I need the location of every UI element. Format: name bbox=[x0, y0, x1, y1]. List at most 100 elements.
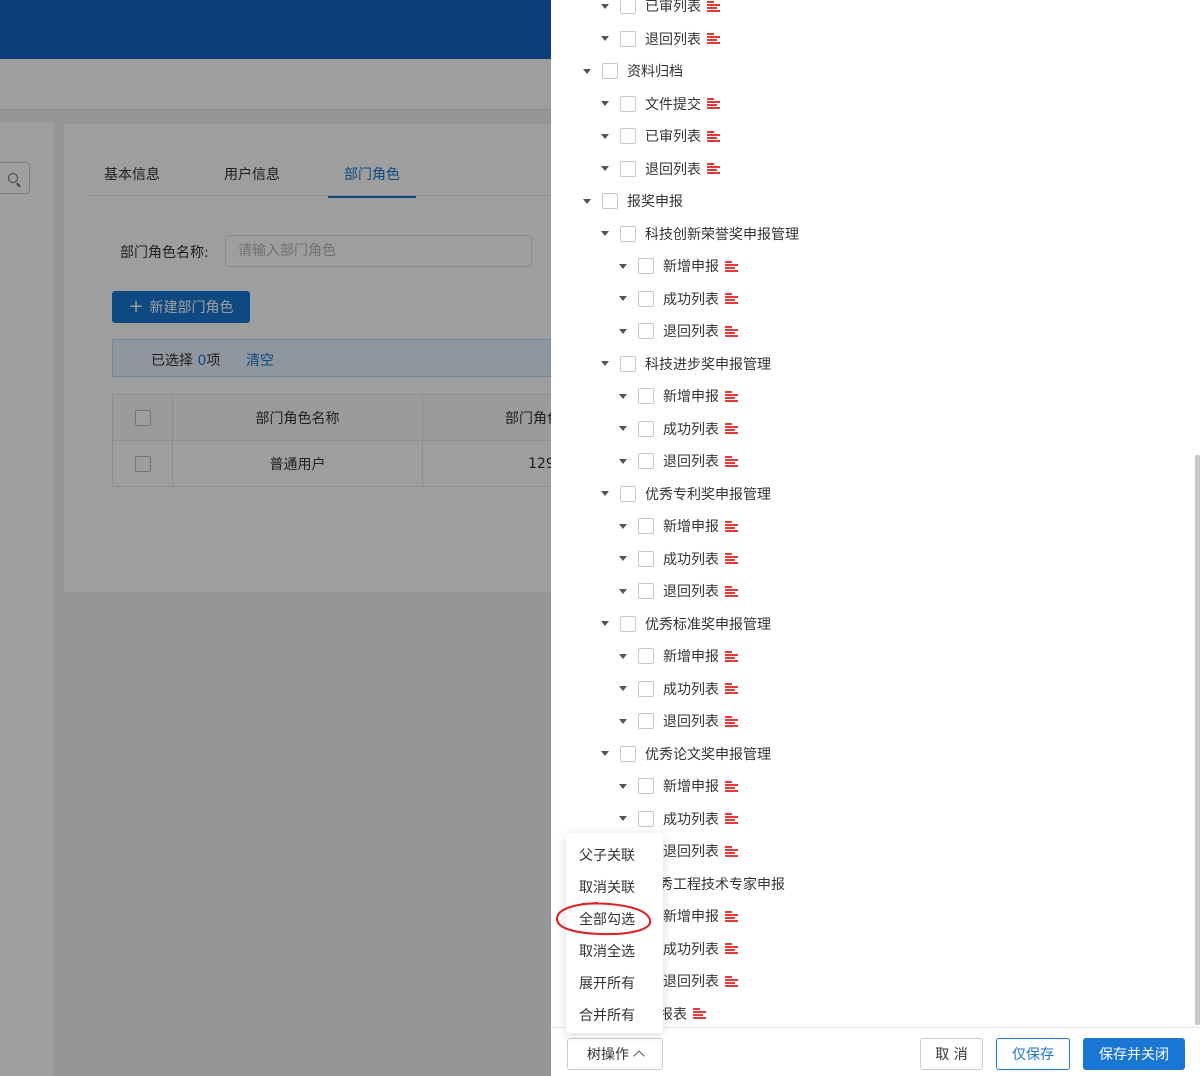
tree-node-checkbox[interactable] bbox=[638, 713, 654, 729]
caret-down-icon[interactable] bbox=[619, 686, 627, 691]
tree-node-checkbox[interactable] bbox=[620, 160, 636, 177]
caret-down-icon[interactable] bbox=[601, 231, 609, 236]
tree-node-checkbox[interactable] bbox=[638, 388, 654, 404]
caret-down-icon[interactable] bbox=[619, 426, 627, 431]
menu-item-cancel-link[interactable]: 取消关联 bbox=[579, 877, 635, 897]
caret-down-icon[interactable] bbox=[619, 458, 627, 464]
tree-node-checkbox[interactable] bbox=[638, 648, 654, 664]
tree-node[interactable]: 成功列表 bbox=[619, 809, 738, 829]
tree-node-checkbox[interactable] bbox=[620, 128, 636, 144]
caret-down-icon[interactable] bbox=[601, 101, 609, 106]
tree-node-checkbox[interactable] bbox=[602, 63, 618, 79]
caret-down-icon[interactable] bbox=[601, 491, 609, 496]
tree-node-label: 成功列表 bbox=[663, 811, 719, 828]
tree-node-label: 退回列表 bbox=[645, 31, 701, 48]
caret-down-icon[interactable] bbox=[601, 36, 609, 41]
caret-down-icon[interactable] bbox=[619, 718, 627, 724]
caret-down-icon[interactable] bbox=[601, 133, 609, 139]
caret-down-icon[interactable] bbox=[619, 653, 627, 659]
save-only-button[interactable]: 仅保存 bbox=[996, 1038, 1070, 1070]
tree-node-checkbox[interactable] bbox=[638, 518, 654, 534]
tree-node-checkbox[interactable] bbox=[620, 30, 636, 47]
tree-node-checkbox[interactable] bbox=[638, 778, 654, 794]
tree-node-checkbox[interactable] bbox=[638, 290, 654, 307]
caret-down-icon[interactable] bbox=[619, 263, 627, 269]
caret-down-icon[interactable] bbox=[583, 198, 591, 204]
menu-item-parent-child-link[interactable]: 父子关联 bbox=[579, 845, 635, 865]
tree-node-checkbox[interactable] bbox=[638, 810, 654, 827]
tree-node[interactable]: 成功列表 bbox=[619, 419, 738, 439]
caret-down-icon[interactable] bbox=[583, 68, 591, 74]
tree-node-checkbox[interactable] bbox=[620, 745, 636, 762]
menu-permission-icon bbox=[707, 163, 720, 174]
tree-node[interactable]: 新增申报 bbox=[619, 776, 738, 796]
tree-node[interactable]: 退回列表 bbox=[601, 29, 720, 49]
tree-node-checkbox[interactable] bbox=[620, 485, 636, 502]
tree-node[interactable]: 新增申报 bbox=[619, 646, 738, 666]
tree-node[interactable]: 退回列表 bbox=[601, 159, 720, 179]
tree-node[interactable]: 已审列表 bbox=[601, 126, 720, 146]
tree-node-checkbox[interactable] bbox=[638, 258, 654, 274]
tree-node[interactable]: 优秀论文奖申报管理 bbox=[601, 744, 771, 764]
tree-node-checkbox[interactable] bbox=[620, 95, 636, 112]
tree-node-checkbox[interactable] bbox=[638, 583, 654, 599]
modal-overlay[interactable] bbox=[0, 0, 551, 1076]
tree-node-checkbox[interactable] bbox=[620, 615, 636, 632]
tree-node[interactable]: 文件提交 bbox=[601, 94, 720, 114]
tree-node-checkbox[interactable] bbox=[638, 680, 654, 697]
caret-down-icon[interactable] bbox=[601, 621, 609, 626]
tree-node[interactable]: 退回列表 bbox=[619, 321, 738, 341]
caret-down-icon[interactable] bbox=[601, 361, 609, 366]
tree-node[interactable]: 已审列表 bbox=[601, 0, 720, 16]
caret-down-icon[interactable] bbox=[619, 556, 627, 561]
tree-node[interactable]: 退回列表 bbox=[619, 581, 738, 601]
caret-down-icon[interactable] bbox=[619, 328, 627, 334]
tree-node[interactable]: 优秀标准奖申报管理 bbox=[601, 614, 771, 634]
tree-node[interactable]: 新增申报 bbox=[619, 516, 738, 536]
menu-permission-icon bbox=[725, 845, 738, 857]
tree-node[interactable]: 资料归档 bbox=[583, 61, 683, 81]
menu-item-expand-all[interactable]: 展开所有 bbox=[579, 973, 635, 993]
tree-node[interactable]: 退回列表 bbox=[619, 451, 738, 471]
menu-permission-icon bbox=[725, 423, 738, 434]
tree-node[interactable]: 报奖申报 bbox=[583, 191, 683, 211]
tree-node-checkbox[interactable] bbox=[620, 0, 636, 14]
tree-node[interactable]: 科技进步奖申报管理 bbox=[601, 354, 771, 374]
tree-node-checkbox[interactable] bbox=[638, 550, 654, 567]
tree-node-label: 退回列表 bbox=[663, 714, 719, 730]
caret-down-icon[interactable] bbox=[619, 588, 627, 594]
tree-node-checkbox[interactable] bbox=[620, 355, 636, 372]
caret-down-icon[interactable] bbox=[619, 816, 627, 821]
tree-node[interactable]: 优秀专利奖申报管理 bbox=[601, 484, 771, 504]
caret-down-icon[interactable] bbox=[601, 3, 609, 9]
menu-item-deselect-all[interactable]: 取消全选 bbox=[579, 941, 635, 961]
cancel-button[interactable]: 取 消 bbox=[920, 1038, 983, 1070]
menu-item-select-all[interactable]: 全部勾选 bbox=[579, 909, 635, 929]
tree-node-checkbox[interactable] bbox=[638, 420, 654, 437]
caret-down-icon[interactable] bbox=[619, 393, 627, 399]
menu-item-collapse-all[interactable]: 合并所有 bbox=[579, 1005, 635, 1025]
caret-down-icon[interactable] bbox=[601, 751, 609, 756]
tree-node[interactable]: 新增申报 bbox=[619, 256, 738, 276]
tree-node[interactable]: 成功列表 bbox=[619, 679, 738, 699]
tree-node-checkbox[interactable] bbox=[638, 323, 654, 339]
tree-operations-button[interactable]: 树操作 bbox=[567, 1038, 663, 1070]
save-and-close-button[interactable]: 保存并关闭 bbox=[1083, 1038, 1185, 1070]
tree-node-checkbox[interactable] bbox=[620, 225, 636, 242]
tree-node-label: 优秀专利奖申报管理 bbox=[645, 486, 771, 503]
caret-down-icon[interactable] bbox=[619, 296, 627, 301]
tree-node-checkbox[interactable] bbox=[638, 453, 654, 469]
tree-node-label: 报奖申报 bbox=[627, 194, 683, 210]
menu-permission-icon bbox=[725, 683, 738, 694]
tree-node[interactable]: 退回列表 bbox=[619, 711, 738, 731]
caret-down-icon[interactable] bbox=[619, 523, 627, 529]
caret-down-icon[interactable] bbox=[619, 783, 627, 789]
tree-node[interactable]: 成功列表 bbox=[619, 289, 738, 309]
menu-permission-icon bbox=[725, 650, 738, 662]
tree-node[interactable]: 成功列表 bbox=[619, 549, 738, 569]
tree-node[interactable]: 科技创新荣誉奖申报管理 bbox=[601, 224, 799, 244]
tree-node-checkbox[interactable] bbox=[602, 193, 618, 209]
caret-down-icon[interactable] bbox=[601, 166, 609, 171]
tree-node[interactable]: 新增申报 bbox=[619, 386, 738, 406]
drawer-scrollbar[interactable] bbox=[1195, 455, 1200, 1025]
